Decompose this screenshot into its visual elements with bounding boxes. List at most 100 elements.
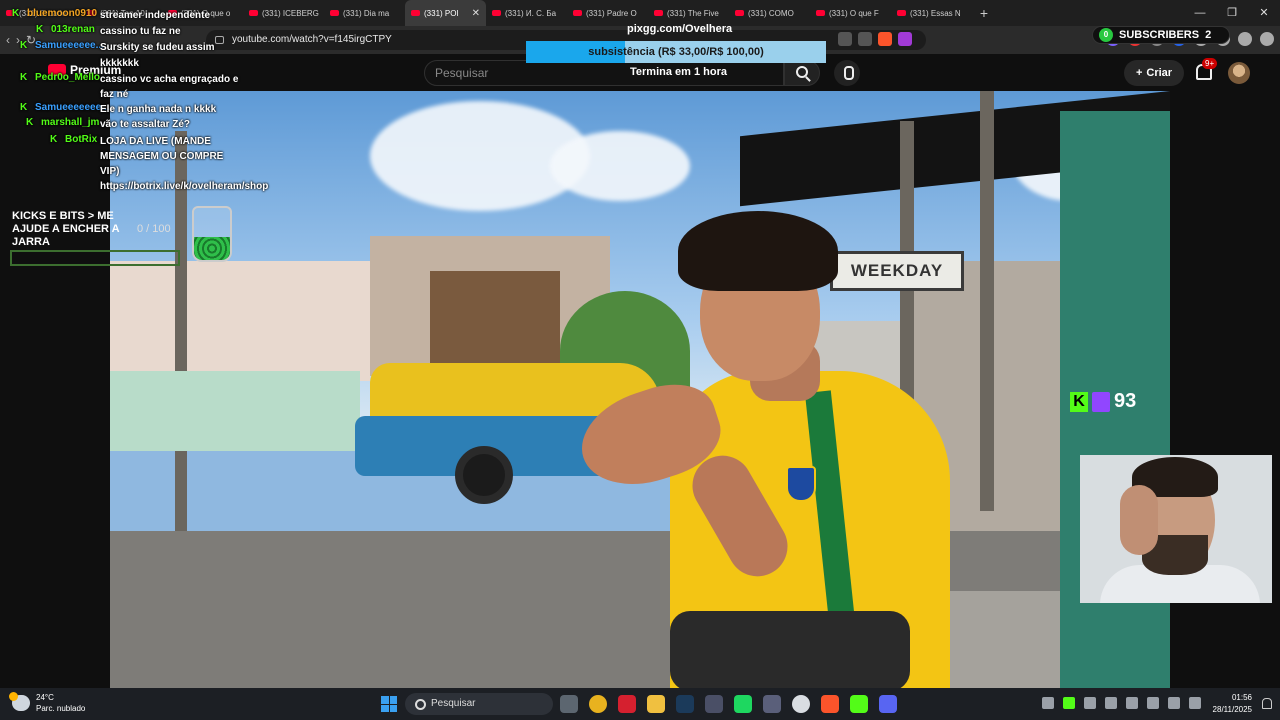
wallet-icon[interactable] xyxy=(1238,32,1252,46)
notification-badge: 9+ xyxy=(1202,58,1218,69)
chrome-icon[interactable] xyxy=(589,695,607,713)
chat-username: K Samueeeeee... xyxy=(20,40,104,51)
voice-search-button[interactable] xyxy=(834,60,860,86)
search-input[interactable]: Pesquisar xyxy=(424,60,784,86)
webcam-hand xyxy=(1120,485,1158,555)
toolbar-icons xyxy=(838,32,912,46)
browser-tab[interactable]: (331) Dia ma xyxy=(324,0,405,26)
clock[interactable]: 01:56 28/11/2025 xyxy=(1206,692,1252,716)
menu-icon[interactable] xyxy=(1260,32,1274,46)
kick-icon[interactable] xyxy=(850,695,868,713)
subscribers-value: 2 xyxy=(1205,29,1212,41)
brave-icon[interactable] xyxy=(821,695,839,713)
subscribers-widget: 0 SUBSCRIBERS 2 xyxy=(1092,26,1230,44)
twitch-icon xyxy=(1092,391,1110,412)
chat-username-text: Samueeeeee... xyxy=(35,40,104,51)
notification-center-icon[interactable] xyxy=(1262,698,1272,709)
tab-title: (331) The Five xyxy=(667,8,719,18)
discord-icon[interactable] xyxy=(879,695,897,713)
browser-tab[interactable]: (331) ICEBERG xyxy=(243,0,324,26)
donation-goal-text: subsistência (R$ 33,00/R$ 100,00) xyxy=(588,46,764,58)
maximize-button[interactable]: ❐ xyxy=(1216,0,1248,26)
app-icon[interactable] xyxy=(705,695,723,713)
weather-desc: Parc. nublado xyxy=(36,704,86,713)
weather-text: 24°C Parc. nublado xyxy=(36,692,85,714)
subscribers-count-badge: 0 xyxy=(1099,28,1113,42)
folder-icon[interactable] xyxy=(647,695,665,713)
video-player[interactable]: WEEKDAY xyxy=(110,91,1170,688)
kick-badge-icon: K xyxy=(36,24,44,35)
youtube-favicon-icon xyxy=(573,10,582,16)
tray-icon[interactable] xyxy=(1105,697,1117,709)
weather-temp: 24°C xyxy=(36,693,54,702)
chat-message: streamer independente xyxy=(100,10,211,21)
weather-widget[interactable]: 24°C Parc. nublado xyxy=(9,692,85,714)
video-wheel xyxy=(455,446,513,504)
viewer-count: 93 xyxy=(1114,390,1137,412)
youtube-favicon-icon xyxy=(492,10,501,16)
video-building xyxy=(110,261,370,381)
chat-username: Kbluemoon0910 xyxy=(12,8,97,19)
tab-title: (331) O que F xyxy=(829,8,879,18)
tray-overflow-icon[interactable] xyxy=(1042,697,1054,709)
avatar[interactable] xyxy=(1228,62,1250,84)
video-cloud xyxy=(550,131,690,201)
viewer-counter: K 93 xyxy=(1070,390,1136,413)
clock-time: 01:56 xyxy=(1231,693,1252,702)
steam-icon[interactable] xyxy=(676,695,694,713)
video-pole xyxy=(980,91,994,511)
minimize-button[interactable]: — xyxy=(1184,0,1216,26)
brave-rewards-icon[interactable] xyxy=(898,32,912,46)
network-icon[interactable] xyxy=(1168,697,1180,709)
chat-message: cassino tu faz ne xyxy=(100,26,181,37)
url-text: youtube.com/watch?v=f145irgCTPY xyxy=(232,34,392,45)
browser-tab[interactable]: (331) POI ✕ xyxy=(405,0,486,26)
browser-tab[interactable]: (331) COMO xyxy=(729,0,810,26)
tray-icon[interactable] xyxy=(1063,697,1075,709)
streamer-webcam xyxy=(1080,455,1272,603)
taskbar-search[interactable]: Pesquisar xyxy=(405,693,553,715)
new-tab-button[interactable]: + xyxy=(972,5,996,21)
kick-badge-icon: K xyxy=(50,134,58,145)
close-window-button[interactable]: ✕ xyxy=(1248,0,1280,26)
browser-tab[interactable]: (331) И. С. Ба xyxy=(486,0,567,26)
brave-shield-icon[interactable] xyxy=(878,32,892,46)
youtube-favicon-icon xyxy=(330,10,339,16)
volume-icon[interactable] xyxy=(1189,697,1201,709)
screen: (331) O Lado (331) Top 10 (331) O que o (33… xyxy=(0,0,1280,720)
stream-chat-overlay: Kbluemoon0910 streamer independente K 013re… xyxy=(0,0,268,200)
video-store-sign: WEEKDAY xyxy=(830,251,964,291)
video-person-shorts xyxy=(670,611,910,688)
chat-username-text: BotRix xyxy=(65,134,98,145)
app2-icon[interactable] xyxy=(763,695,781,713)
chat-message: kkkkkkk xyxy=(100,58,139,69)
browser-tab[interactable]: (331) O que F xyxy=(810,0,891,26)
opera-icon[interactable] xyxy=(618,695,636,713)
kick-icon: K xyxy=(1070,391,1088,412)
mic-icon[interactable] xyxy=(1147,697,1159,709)
create-button[interactable]: + Criar xyxy=(1124,60,1184,86)
video-building xyxy=(430,271,560,371)
jar-goal-count: 0 / 100 xyxy=(137,223,171,235)
close-tab-icon[interactable]: ✕ xyxy=(472,8,480,19)
browser-tab[interactable]: (331) Essas N xyxy=(891,0,972,26)
cast-icon[interactable] xyxy=(838,32,852,46)
share-icon[interactable] xyxy=(858,32,872,46)
video-person-hair xyxy=(678,211,838,291)
jar-goal-title: KICKS E BITS > ME AJUDE A ENCHER A JARRA xyxy=(12,210,120,248)
chat-username: K BotRix xyxy=(50,134,97,145)
chat-username: K Pedr0o_Mello xyxy=(20,72,100,83)
youtube-favicon-icon xyxy=(897,10,906,16)
file-explorer-icon[interactable] xyxy=(560,695,578,713)
chat-username-text: Samueeeeeee... xyxy=(35,102,110,113)
spotify-icon[interactable] xyxy=(734,695,752,713)
tray-icon[interactable] xyxy=(1084,697,1096,709)
github-icon[interactable] xyxy=(792,695,810,713)
search-button[interactable] xyxy=(784,60,820,86)
chat-message: vão te assaltar Zé? xyxy=(100,119,191,130)
system-tray xyxy=(1042,697,1201,709)
start-button[interactable] xyxy=(381,696,397,712)
jar-goal-bar xyxy=(10,250,180,266)
bluetooth-icon[interactable] xyxy=(1126,697,1138,709)
kick-badge-icon: K xyxy=(26,117,34,128)
